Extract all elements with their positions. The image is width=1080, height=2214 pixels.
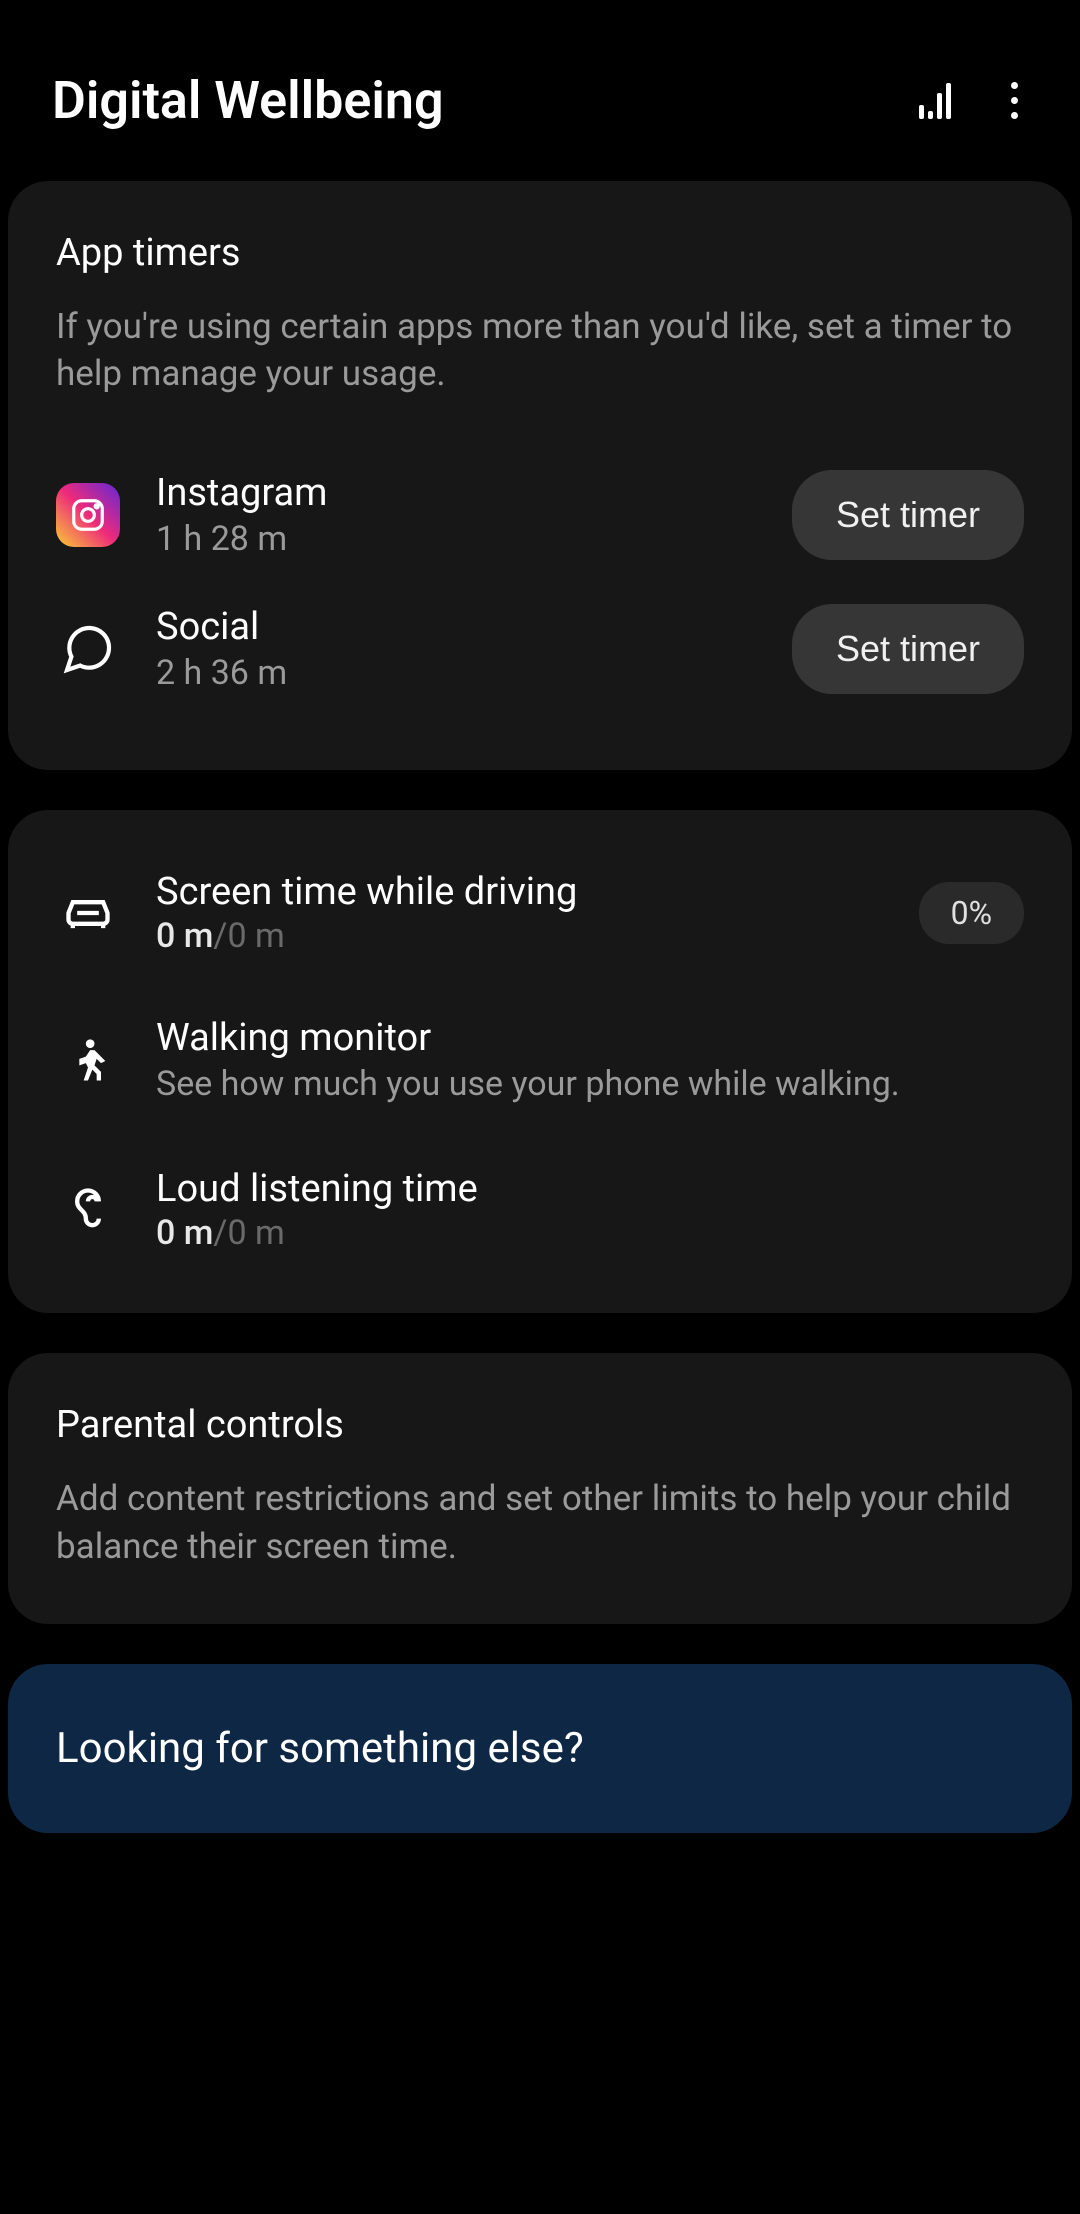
parental-controls-title: Parental controls xyxy=(56,1403,1024,1447)
header-actions xyxy=(919,82,1028,119)
more-vertical-icon[interactable] xyxy=(1001,82,1028,119)
metric-primary-value: 0 m xyxy=(156,1213,213,1253)
set-timer-button[interactable]: Set timer xyxy=(792,604,1024,694)
walking-person-icon xyxy=(56,1029,120,1093)
timer-row-social[interactable]: Social 2 h 36 m Set timer xyxy=(56,582,1024,716)
instagram-icon xyxy=(56,483,120,547)
metric-primary-value: 0 m xyxy=(156,916,213,956)
looking-for-title: Looking for something else? xyxy=(56,1724,1024,1773)
ear-icon xyxy=(56,1178,120,1242)
metric-separator: / xyxy=(213,916,227,956)
metric-row-driving[interactable]: Screen time while driving 0 m/0 m 0% xyxy=(56,840,1024,986)
metric-row-listening[interactable]: Loud listening time 0 m/0 m xyxy=(56,1137,1024,1283)
metric-title: Screen time while driving xyxy=(156,870,883,914)
timer-row-instagram[interactable]: Instagram 1 h 28 m Set timer xyxy=(56,448,1024,582)
app-timers-title: App timers xyxy=(56,231,1024,275)
metric-info: Loud listening time 0 m/0 m xyxy=(156,1167,1024,1253)
timer-app-name: Instagram xyxy=(156,471,756,515)
looking-for-card[interactable]: Looking for something else? xyxy=(8,1664,1072,1833)
header: Digital Wellbeing xyxy=(0,0,1080,181)
timer-app-time: 1 h 28 m xyxy=(156,519,756,559)
metric-title: Loud listening time xyxy=(156,1167,1024,1211)
metric-value: 0 m/0 m xyxy=(156,1213,1024,1253)
car-icon xyxy=(56,881,120,945)
parental-controls-description: Add content restrictions and set other l… xyxy=(56,1475,1024,1570)
metric-info: Screen time while driving 0 m/0 m xyxy=(156,870,883,956)
app-timers-card: App timers If you're using certain apps … xyxy=(8,181,1072,770)
parental-controls-card[interactable]: Parental controls Add content restrictio… xyxy=(8,1353,1072,1624)
bar-chart-icon[interactable] xyxy=(919,83,951,119)
percent-badge: 0% xyxy=(919,882,1024,944)
metrics-card: Screen time while driving 0 m/0 m 0% Wal… xyxy=(8,810,1072,1314)
timer-app-time: 2 h 36 m xyxy=(156,653,756,693)
metric-info: Walking monitor See how much you use you… xyxy=(156,1016,1024,1108)
metric-secondary-value: 0 m xyxy=(227,1213,284,1253)
chat-bubble-icon xyxy=(56,617,120,681)
app-timers-description: If you're using certain apps more than y… xyxy=(56,303,1024,398)
metric-secondary-value: 0 m xyxy=(227,916,284,956)
metric-description: See how much you use your phone while wa… xyxy=(156,1062,1024,1108)
metric-row-walking[interactable]: Walking monitor See how much you use you… xyxy=(56,986,1024,1138)
timer-info: Instagram 1 h 28 m xyxy=(156,471,756,559)
metric-separator: / xyxy=(213,1213,227,1253)
metric-title: Walking monitor xyxy=(156,1016,1024,1060)
page-title: Digital Wellbeing xyxy=(52,70,444,131)
set-timer-button[interactable]: Set timer xyxy=(792,470,1024,560)
metric-value: 0 m/0 m xyxy=(156,916,883,956)
timer-info: Social 2 h 36 m xyxy=(156,605,756,693)
timer-app-name: Social xyxy=(156,605,756,649)
